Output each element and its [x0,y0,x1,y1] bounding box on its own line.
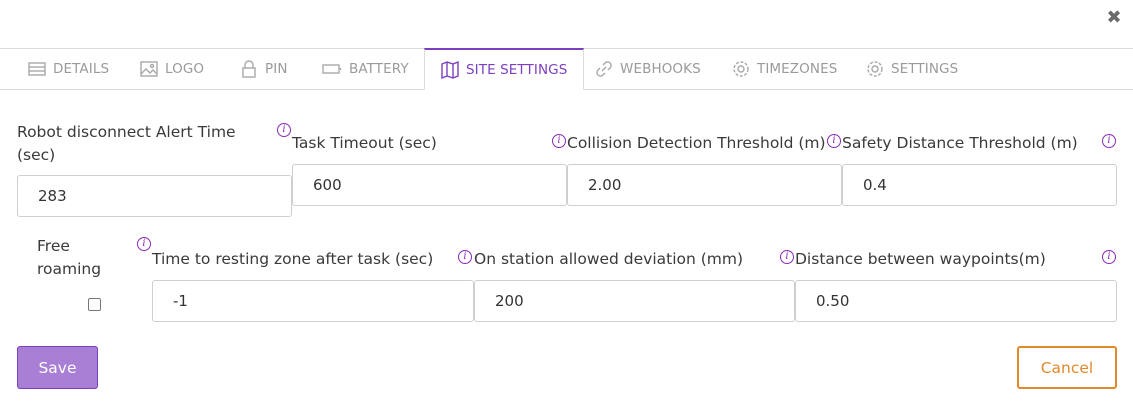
tab-settings[interactable]: SETTINGS [866,49,958,89]
free-roaming-checkbox[interactable] [88,298,101,311]
resting-zone-time-input[interactable] [152,280,474,322]
link-icon [596,61,612,77]
resting-zone-time-label: Time to resting zone after task (sec) [152,250,434,268]
info-icon[interactable]: i [137,237,151,251]
tab-details[interactable]: DETAILS [28,49,109,89]
save-button[interactable]: Save [17,346,98,389]
collision-threshold-input[interactable] [567,164,842,206]
tab-label: WEBHOOKS [620,61,701,77]
list-icon [28,62,46,76]
gear-icon [733,61,749,77]
close-icon[interactable]: ✖ [1104,8,1124,28]
tab-webhooks[interactable]: WEBHOOKS [595,49,701,89]
tab-battery[interactable]: BATTERY [322,49,409,89]
safety-distance-label: Safety Distance Threshold (m) [842,134,1078,152]
robot-disconnect-label: Robot disconnect Alert Time (sec) [17,123,236,164]
free-roaming-label: Free roaming [37,237,102,278]
map-icon [441,60,459,79]
info-icon[interactable]: i [1102,134,1116,148]
station-deviation-label: On station allowed deviation (mm) [474,250,744,268]
tab-pin[interactable]: PIN [240,49,288,89]
tab-label: BATTERY [349,61,409,77]
task-timeout-input[interactable] [292,164,567,206]
info-icon[interactable]: i [458,250,472,264]
robot-disconnect-input[interactable] [17,175,292,217]
tab-label: SETTINGS [891,61,959,77]
battery-icon [322,64,342,74]
station-deviation-input[interactable] [474,280,795,322]
tab-label: DETAILS [53,61,110,77]
info-icon[interactable]: i [827,134,841,148]
info-icon[interactable]: i [780,250,794,264]
info-icon[interactable]: i [1102,250,1116,264]
tab-label: LOGO [165,61,205,77]
image-icon [140,61,158,77]
safety-distance-input[interactable] [842,164,1117,206]
tab-timezones[interactable]: TIMEZONES [732,49,837,89]
waypoint-distance-label: Distance between waypoints(m) [795,250,1046,268]
task-timeout-label: Task Timeout (sec) [292,134,437,152]
tab-label: PIN [265,61,288,77]
gear-icon [867,61,883,77]
cancel-button[interactable]: Cancel [1017,346,1117,389]
tab-site-settings[interactable]: SITE SETTINGS [424,48,585,90]
tab-logo[interactable]: LOGO [140,49,204,89]
tab-bar: DETAILS LOGO PIN BATTERY SITE SETTINGS W… [0,48,1133,90]
info-icon[interactable]: i [277,123,291,137]
tab-label: SITE SETTINGS [466,61,568,78]
lock-icon [242,60,256,78]
tab-label: TIMEZONES [757,61,838,77]
info-icon[interactable]: i [552,134,566,148]
collision-threshold-label: Collision Detection Threshold (m) [567,134,826,152]
waypoint-distance-input[interactable] [795,280,1117,322]
